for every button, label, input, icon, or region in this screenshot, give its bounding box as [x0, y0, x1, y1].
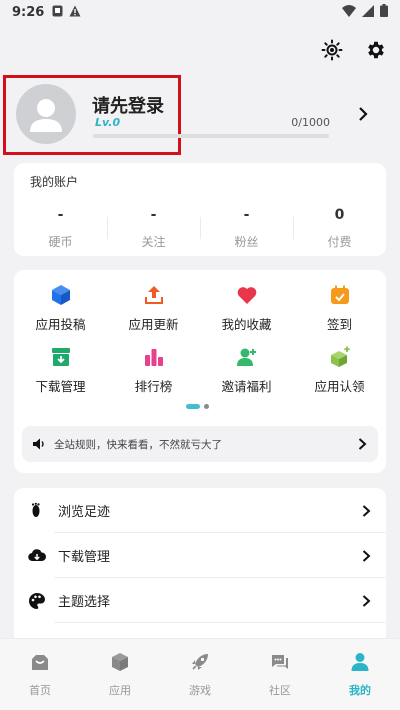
grid-item-label: 签到: [326, 317, 352, 332]
nav-label: 游戏: [189, 683, 211, 697]
nav-home[interactable]: 首页: [0, 639, 80, 710]
brightness-toggle-button[interactable]: [320, 38, 344, 62]
calendar-check-icon: [330, 285, 349, 304]
add-person-icon: [236, 348, 256, 366]
download-box-icon: [51, 348, 70, 366]
stat-following[interactable]: - 关注: [107, 207, 200, 250]
account-card: 我的账户 - 硬币 - 关注 - 粉丝 0 付费: [14, 163, 386, 256]
chevron-right-icon: [362, 504, 371, 517]
menu-item-downloads[interactable]: 下载管理: [14, 533, 386, 578]
chevron-right-icon: [362, 549, 371, 562]
grid-item-label: 应用认领: [314, 379, 365, 394]
menu-list-card: 浏览足迹 下载管理 主题选择: [14, 488, 386, 648]
page-dot[interactable]: [204, 404, 209, 409]
grid-item-app-submit[interactable]: 应用投稿: [14, 278, 107, 340]
stat-label: 粉丝: [234, 235, 259, 249]
sim-icon: [52, 5, 63, 20]
notice-bar[interactable]: 全站规则，快来看看，不然就亏大了: [22, 426, 378, 462]
default-avatar-icon: [30, 99, 62, 132]
notice-text: 全站规则，快来看看，不然就亏大了: [54, 438, 222, 451]
signal-icon: [362, 4, 374, 20]
grid-item-checkin[interactable]: 签到: [293, 278, 386, 340]
stat-value: -: [243, 207, 250, 223]
grid-item-label: 我的收藏: [221, 317, 272, 332]
grid-item-ranking[interactable]: 排行榜: [107, 340, 200, 402]
chevron-right-icon: [358, 438, 367, 450]
cloud-download-icon: [28, 548, 46, 561]
grid-item-label: 排行榜: [134, 379, 173, 394]
sun-icon: [321, 39, 343, 61]
grid-item-app-claim[interactable]: 应用认领: [293, 340, 386, 402]
status-bar: 9:26: [0, 0, 400, 24]
palette-icon: [29, 592, 45, 609]
page-dot-active: [186, 404, 200, 409]
exp-progress-text: 0/1000: [291, 116, 330, 129]
stat-paid[interactable]: 0 付费: [293, 207, 386, 250]
speaker-icon: [33, 438, 44, 450]
nav-community[interactable]: 社区: [240, 639, 320, 710]
avatar[interactable]: [16, 84, 76, 144]
wifi-icon: [342, 4, 356, 20]
menu-item-theme[interactable]: 主题选择: [14, 578, 386, 623]
menu-item-label: 浏览足迹: [58, 505, 111, 520]
grid-item-invite[interactable]: 邀请福利: [200, 340, 293, 402]
settings-button[interactable]: [364, 38, 388, 62]
stat-label: 付费: [327, 235, 352, 249]
grid-item-app-update[interactable]: 应用更新: [107, 278, 200, 340]
heart-icon: [237, 287, 256, 304]
cube-icon: [51, 285, 70, 305]
chat-icon: [272, 654, 288, 669]
menu-item-label: 主题选择: [58, 595, 111, 610]
nav-mine[interactable]: 我的: [320, 639, 400, 710]
grid-item-label: 下载管理: [35, 379, 86, 394]
grid-item-label: 邀请福利: [221, 379, 272, 394]
grid-item-label: 应用更新: [128, 317, 179, 332]
exp-progress-bar: [93, 134, 329, 138]
function-grid-card: 应用投稿 应用更新 我的收藏 签到 下载管理 排行榜 邀请福利 应用认领 全站规…: [14, 270, 386, 473]
home-bag-icon: [32, 654, 48, 670]
grid-item-download-manager[interactable]: 下载管理: [14, 340, 107, 402]
nav-label: 我的: [349, 683, 371, 697]
cube-plus-icon: [330, 346, 350, 367]
profile-header[interactable]: 请先登录 Lv.0 0/1000: [0, 72, 400, 156]
box-icon: [112, 652, 128, 671]
gear-icon: [368, 41, 384, 59]
account-title: 我的账户: [30, 175, 79, 189]
stat-value: 0: [334, 207, 345, 223]
menu-item-label: 下载管理: [58, 550, 111, 565]
battery-icon: [380, 4, 388, 20]
chevron-right-icon: [359, 107, 368, 121]
bottom-navigation: 首页 应用 游戏 社区 我的: [0, 638, 400, 710]
page-indicator: [186, 404, 209, 409]
nav-games[interactable]: 游戏: [160, 639, 240, 710]
level-badge: Lv.0: [95, 116, 121, 129]
stat-label: 关注: [141, 235, 166, 249]
nav-label: 应用: [109, 683, 131, 697]
nav-label: 社区: [269, 683, 291, 697]
menu-item-history[interactable]: 浏览足迹: [14, 488, 386, 533]
stat-label: 硬币: [48, 235, 73, 249]
rocket-icon: [192, 653, 208, 670]
bar-chart-icon: [144, 349, 163, 366]
top-actions: [320, 38, 388, 62]
grid-item-label: 应用投稿: [35, 317, 86, 332]
nav-apps[interactable]: 应用: [80, 639, 160, 710]
stat-value: -: [57, 207, 64, 223]
login-prompt[interactable]: 请先登录: [92, 92, 164, 118]
stat-coins[interactable]: - 硬币: [14, 207, 107, 250]
stat-followers[interactable]: - 粉丝: [200, 207, 293, 250]
person-icon: [351, 652, 369, 671]
chevron-right-icon: [362, 594, 371, 607]
stat-value: -: [150, 207, 157, 223]
alert-icon: [69, 5, 81, 20]
status-time: 9:26: [12, 4, 45, 20]
footprint-icon: [31, 502, 40, 517]
nav-label: 首页: [29, 683, 51, 697]
grid-item-favorites[interactable]: 我的收藏: [200, 278, 293, 340]
upload-icon: [144, 286, 163, 304]
